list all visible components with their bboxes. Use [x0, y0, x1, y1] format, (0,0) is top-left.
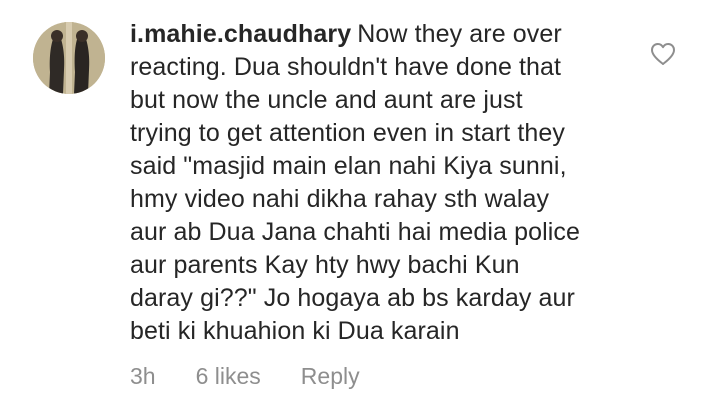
comment-line: said "masjid main elan nahi Kiya sunni,	[130, 152, 567, 180]
comment: i.mahie.chaudhary Now they are over react…	[0, 0, 720, 400]
heart-outline-icon	[651, 43, 675, 65]
comment-username[interactable]: i.mahie.chaudhary	[130, 20, 351, 48]
likes-count[interactable]: 6 likes	[196, 362, 261, 390]
comment-line: hmy video nahi dikha rahay sth walay	[130, 185, 550, 213]
avatar-image	[33, 22, 105, 94]
comment-line: i.mahie.chaudhary Now they are over	[130, 18, 650, 51]
comment-line: daray gi??" Jo hogaya ab bs karday aur	[130, 284, 575, 312]
like-button[interactable]	[650, 42, 676, 66]
comment-timestamp: 3h	[130, 363, 156, 389]
comment-line: trying to get attention even in start th…	[130, 119, 566, 147]
comment-line: beti ki khuahion ki Dua karain	[130, 317, 460, 345]
comment-line: reacting. Dua shouldn't have done that	[130, 53, 562, 81]
comment-meta: 3h 6 likes Reply	[130, 362, 360, 390]
comment-line: aur ab Dua Jana chahti hai media police	[130, 218, 581, 246]
avatar[interactable]	[33, 22, 105, 94]
comment-line: aur parents Kay hty hwy bachi Kun	[130, 251, 520, 279]
comment-text: i.mahie.chaudhary Now they are over react…	[130, 18, 650, 348]
comment-line: but now the uncle and aunt are just	[130, 86, 523, 114]
comment-line-text: Now they are over	[357, 20, 562, 48]
reply-button[interactable]: Reply	[301, 362, 360, 390]
